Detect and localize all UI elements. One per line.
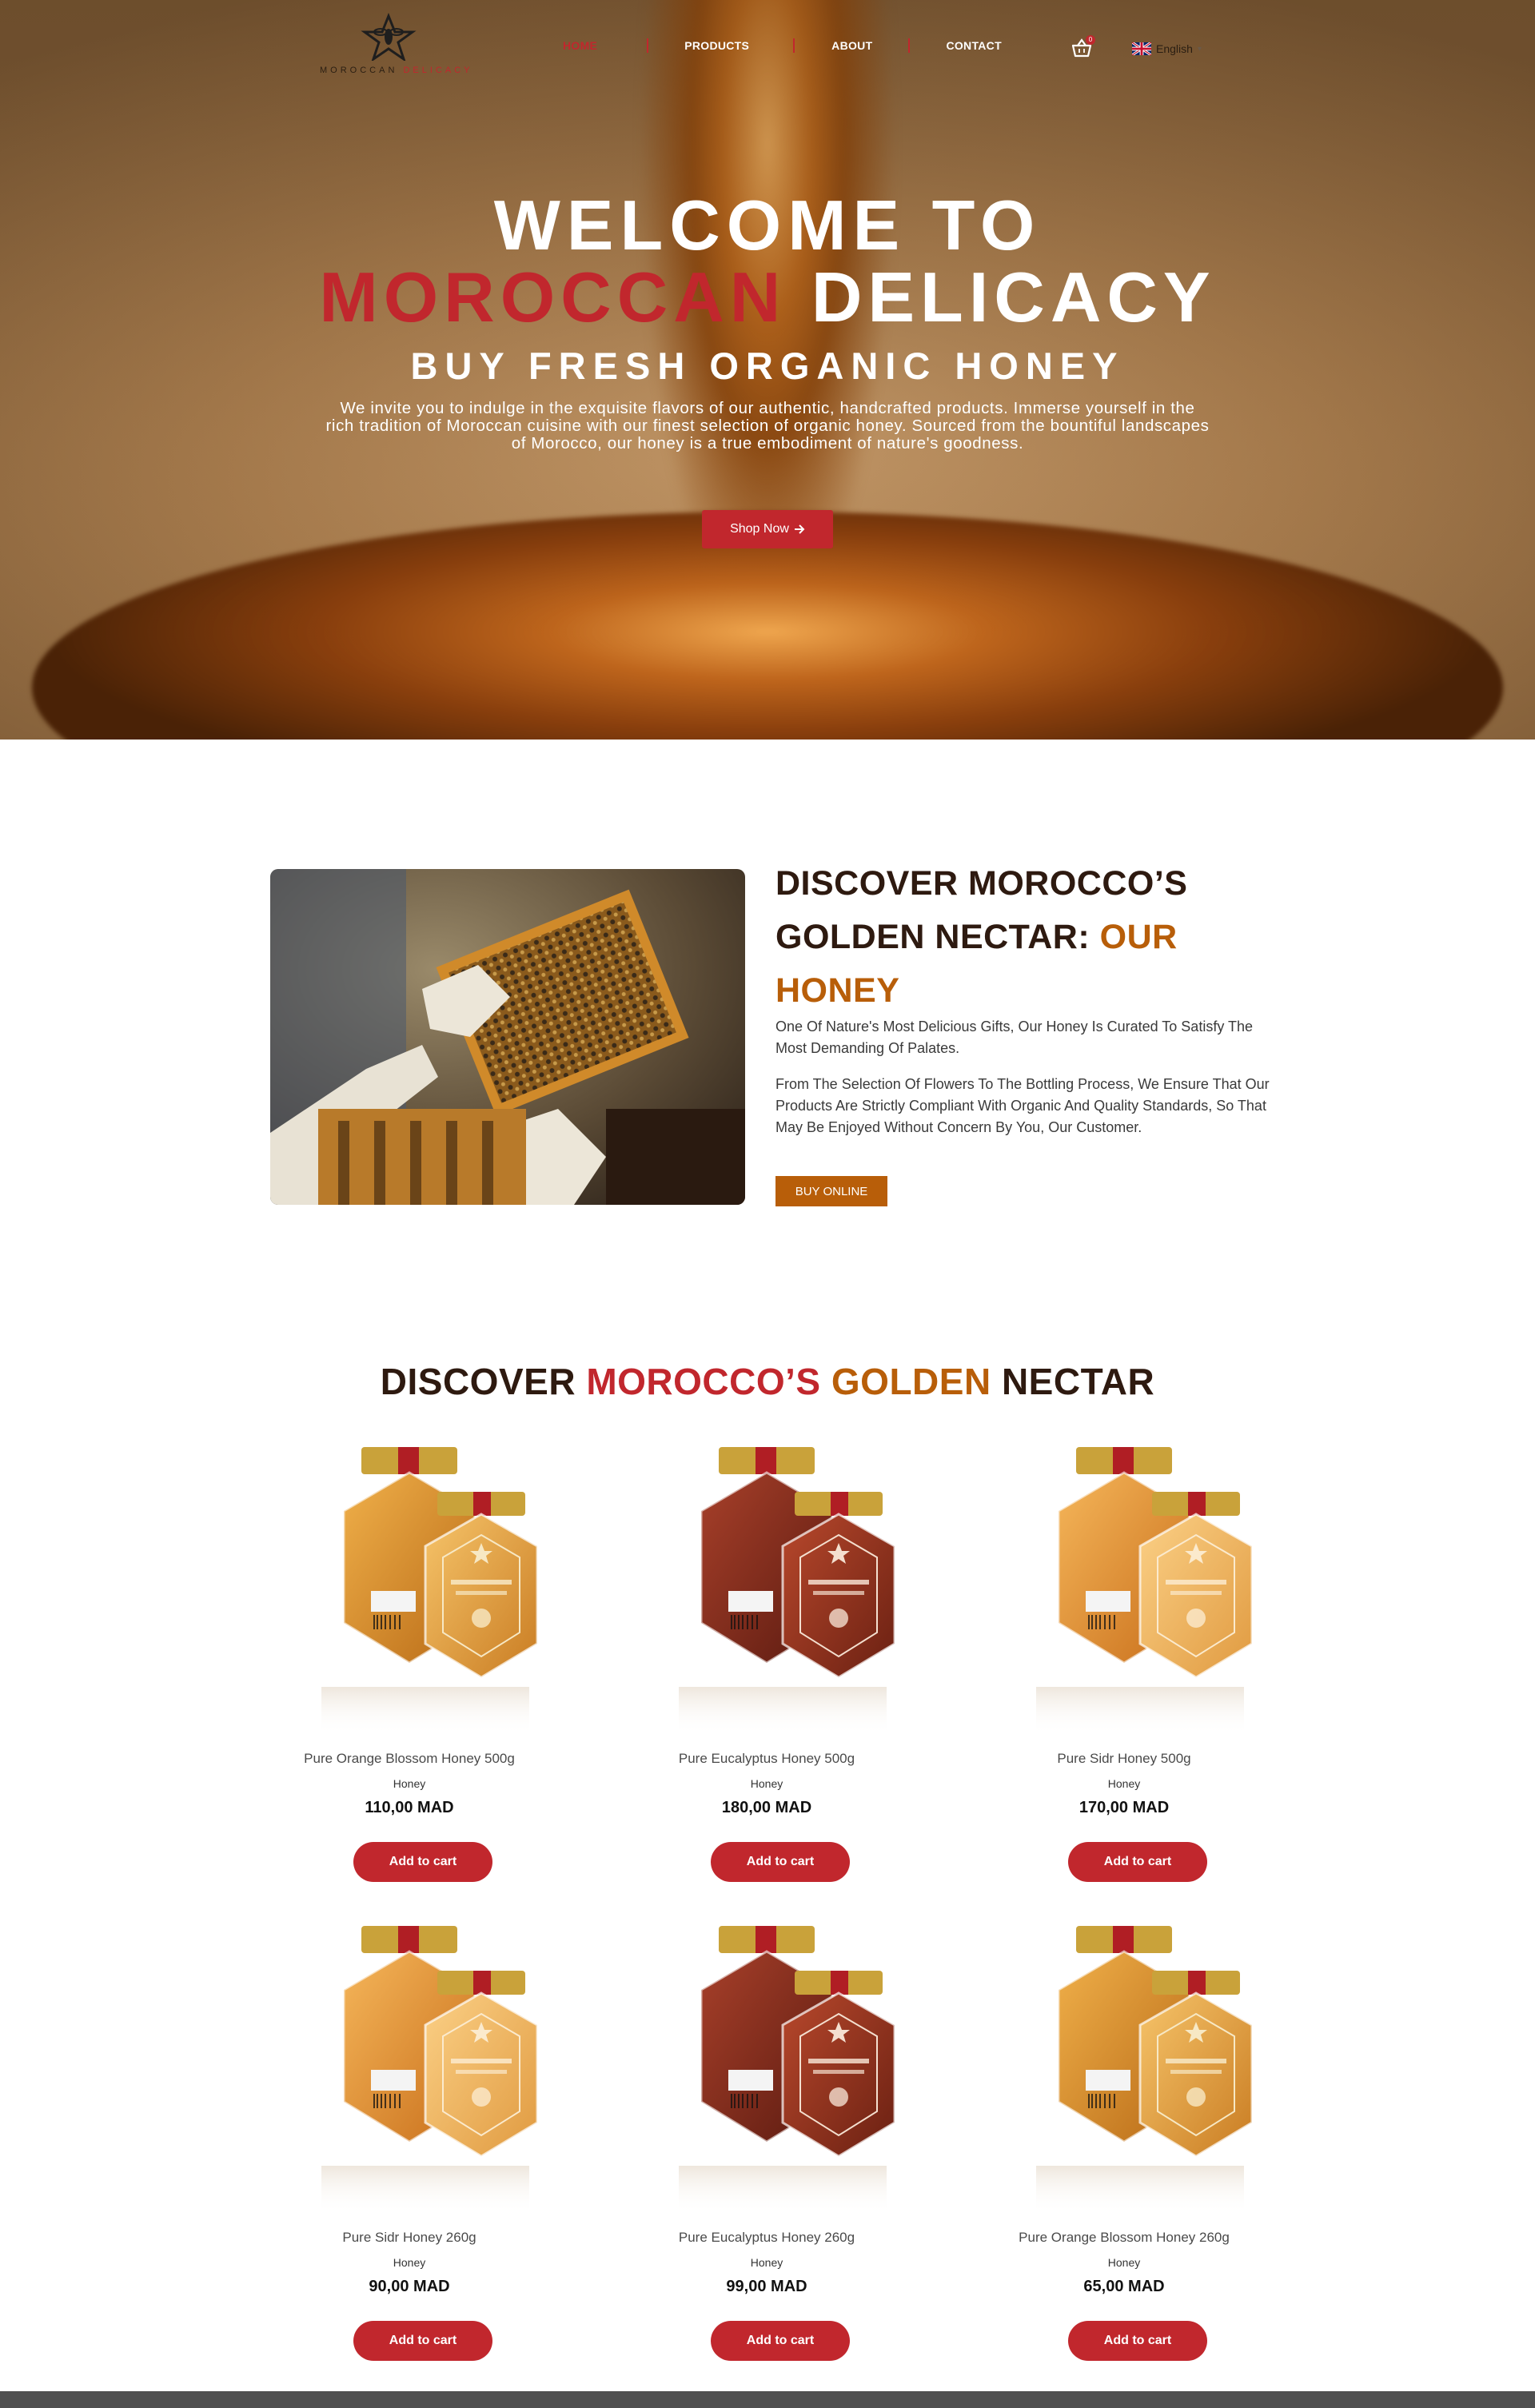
- product-card[interactable]: Pure Eucalyptus Honey 260g Honey 99,00 M…: [599, 1902, 935, 2361]
- site-header: MOROCCAN DELICACY HOME PRODUCTS ABOUT CO…: [0, 0, 1535, 96]
- add-to-cart-button[interactable]: Add to cart: [711, 1842, 850, 1882]
- hero-title-red: MOROCCAN: [319, 257, 787, 337]
- add-to-cart-button[interactable]: Add to cart: [353, 2321, 492, 2361]
- products-title: DISCOVER MOROCCO’S GOLDEN NECTAR: [0, 1357, 1535, 1405]
- honey-jar-product-image[interactable]: [599, 1423, 935, 1743]
- product-name[interactable]: Pure Orange Blossom Honey 500g: [241, 1751, 577, 1767]
- product-card[interactable]: Pure Eucalyptus Honey 500g Honey 180,00 …: [599, 1423, 935, 1882]
- product-category: Honey: [750, 2256, 783, 2269]
- product-name[interactable]: Pure Eucalyptus Honey 260g: [599, 2230, 935, 2246]
- product-category: Honey: [1107, 2256, 1141, 2269]
- product-card[interactable]: Pure Orange Blossom Honey 500g Honey 110…: [241, 1423, 577, 1882]
- chevron-down-icon: ▾: [1197, 44, 1202, 54]
- product-card[interactable]: Pure Sidr Honey 260g Honey 90,00 MAD Add…: [241, 1902, 577, 2361]
- honey-jar-product-image[interactable]: [241, 1423, 577, 1743]
- logo-text-accent: DELICACY: [403, 66, 473, 75]
- logo-text: MOROCCAN: [320, 66, 398, 75]
- nav-about[interactable]: ABOUT: [831, 39, 872, 52]
- nav-contact[interactable]: CONTACT: [946, 39, 1002, 52]
- cart-button[interactable]: 0: [1071, 35, 1095, 59]
- product-category: Honey: [750, 1777, 783, 1790]
- buy-online-button[interactable]: BUY ONLINE: [775, 1176, 887, 1206]
- add-to-cart-button[interactable]: Add to cart: [1068, 2321, 1207, 2361]
- about-paragraph-1: One Of Nature's Most Delicious Gifts, Ou…: [775, 1019, 1254, 1056]
- site-logo[interactable]: MOROCCAN DELICACY: [320, 13, 469, 85]
- bee-star-logo-icon: [361, 13, 417, 61]
- products-title-word-3: GOLDEN: [831, 1361, 991, 1402]
- honey-jar-product-image[interactable]: [956, 1423, 1292, 1743]
- product-name[interactable]: Pure Eucalyptus Honey 500g: [599, 1751, 935, 1767]
- cart-count-badge: 0: [1086, 35, 1095, 45]
- hero-description: We invite you to indulge in the exquisit…: [325, 399, 1210, 452]
- hero-title-white: DELICACY: [811, 257, 1216, 337]
- arrow-right-icon: [794, 524, 805, 534]
- product-card[interactable]: Pure Orange Blossom Honey 260g Honey 65,…: [956, 1902, 1292, 2361]
- nav-home[interactable]: HOME: [563, 39, 597, 52]
- hero-title-line2: MOROCCAN DELICACY: [0, 256, 1535, 339]
- hero-subtitle: BUY FRESH ORGANIC HONEY: [410, 345, 1125, 387]
- product-price: 90,00 MAD: [369, 2278, 450, 2295]
- honey-jar-product-image[interactable]: [241, 1902, 577, 2222]
- product-card[interactable]: Pure Sidr Honey 500g Honey 170,00 MAD Ad…: [956, 1423, 1292, 1882]
- product-price: 180,00 MAD: [721, 1799, 812, 1816]
- footer-bar: [0, 2391, 1535, 2408]
- shop-now-button[interactable]: Shop Now: [702, 510, 833, 548]
- nav-products[interactable]: PRODUCTS: [684, 39, 749, 52]
- hero-title-line1: WELCOME TO: [493, 185, 1042, 265]
- hero-section: MOROCCAN DELICACY HOME PRODUCTS ABOUT CO…: [0, 0, 1535, 740]
- product-category: Honey: [393, 2256, 426, 2269]
- products-title-word-4: NECTAR: [1001, 1361, 1155, 1402]
- about-paragraph-2: From The Selection Of Flowers To The Bot…: [775, 1076, 1270, 1135]
- product-price: 110,00 MAD: [365, 1799, 454, 1816]
- add-to-cart-button[interactable]: Add to cart: [353, 1842, 492, 1882]
- nav-separator: [647, 38, 649, 53]
- about-title: DISCOVER MOROCCO’S GOLDEN NECTAR: OUR HO…: [775, 857, 1287, 1018]
- language-switcher[interactable]: English ▾: [1132, 40, 1202, 58]
- beekeeper-honeycomb-image: [270, 869, 745, 1205]
- product-name[interactable]: Pure Orange Blossom Honey 260g: [956, 2230, 1292, 2246]
- add-to-cart-button[interactable]: Add to cart: [711, 2321, 850, 2361]
- nav-separator: [793, 38, 795, 53]
- product-category: Honey: [1107, 1777, 1141, 1790]
- product-price: 65,00 MAD: [1083, 2278, 1165, 2295]
- language-label: English: [1156, 42, 1193, 55]
- add-to-cart-button[interactable]: Add to cart: [1068, 1842, 1207, 1882]
- shop-now-label: Shop Now: [730, 522, 789, 536]
- honey-jar-product-image[interactable]: [599, 1902, 935, 2222]
- product-name[interactable]: Pure Sidr Honey 260g: [241, 2230, 577, 2246]
- uk-flag-icon: [1132, 42, 1151, 55]
- nav-separator: [908, 38, 911, 53]
- product-price: 170,00 MAD: [1078, 1799, 1170, 1816]
- honey-jar-product-image[interactable]: [956, 1902, 1292, 2222]
- product-category: Honey: [393, 1777, 426, 1790]
- main-menu: HOME PRODUCTS ABOUT CONTACT: [552, 38, 1007, 53]
- products-title-word-2: MOROCCO’S: [586, 1361, 821, 1402]
- products-title-word-1: DISCOVER: [380, 1361, 576, 1402]
- product-price: 99,00 MAD: [726, 2278, 807, 2295]
- product-name[interactable]: Pure Sidr Honey 500g: [956, 1751, 1292, 1767]
